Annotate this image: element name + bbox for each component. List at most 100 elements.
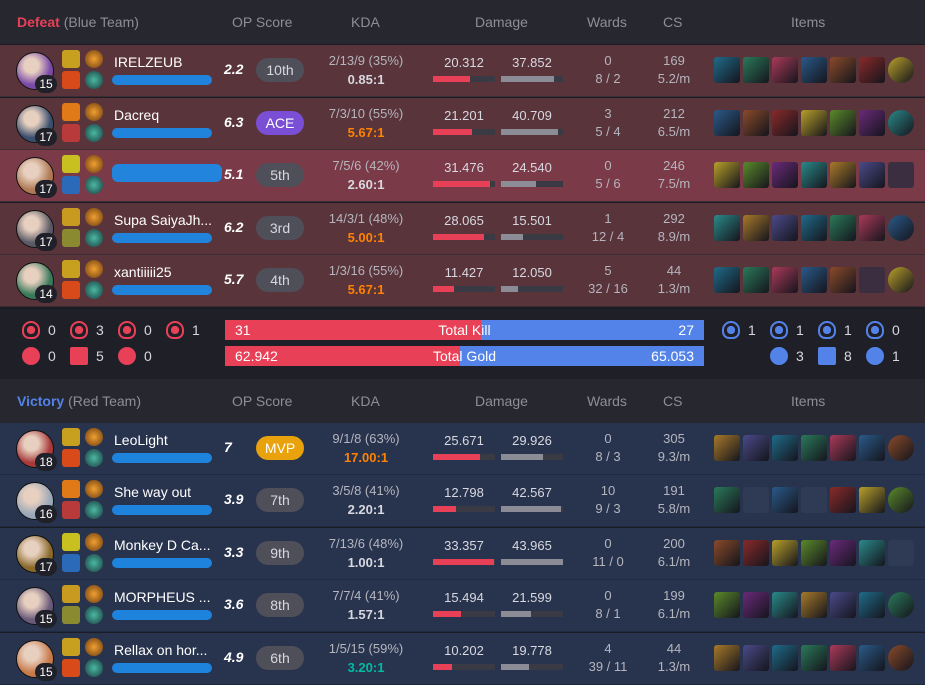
primary-rune-icon[interactable] bbox=[85, 532, 103, 551]
item-slot-icon[interactable] bbox=[772, 487, 798, 514]
item-slot-icon[interactable] bbox=[743, 267, 769, 293]
item-slot-icon[interactable] bbox=[743, 644, 769, 671]
item-slot-icon[interactable] bbox=[859, 214, 885, 241]
item-slot-icon[interactable] bbox=[859, 162, 885, 188]
summoner-name[interactable]: Dacreq bbox=[114, 107, 159, 123]
item-slot-icon[interactable] bbox=[743, 435, 769, 461]
player-row[interactable]: 18 LeoLight 7 MVP 9/1/8 (63%) 17.00:1 25.671 29… bbox=[0, 423, 925, 475]
item-slot-icon[interactable] bbox=[772, 109, 798, 136]
summoner-spell-2-icon[interactable] bbox=[62, 71, 80, 89]
summoner-spell-1-icon[interactable] bbox=[62, 480, 80, 499]
summoner-name[interactable]: xantiiiii25 bbox=[114, 264, 172, 280]
summoner-spell-2-icon[interactable] bbox=[62, 123, 80, 142]
item-slot-icon[interactable] bbox=[772, 644, 798, 671]
primary-rune-icon[interactable] bbox=[85, 102, 103, 121]
secondary-rune-icon[interactable] bbox=[85, 123, 103, 142]
summoner-spell-1-icon[interactable] bbox=[62, 207, 80, 226]
item-slot-icon[interactable] bbox=[714, 162, 740, 188]
item-slot-icon[interactable] bbox=[714, 644, 740, 671]
summoner-spell-2-icon[interactable] bbox=[62, 658, 80, 677]
item-slot-icon[interactable] bbox=[714, 435, 740, 461]
item-slot-icon[interactable] bbox=[830, 592, 856, 619]
item-slot-icon[interactable] bbox=[801, 109, 827, 136]
primary-rune-icon[interactable] bbox=[85, 480, 103, 499]
trinket-item-icon[interactable] bbox=[888, 539, 914, 566]
item-slot-icon[interactable] bbox=[859, 267, 885, 293]
item-slot-icon[interactable] bbox=[830, 487, 856, 514]
item-slot-icon[interactable] bbox=[859, 109, 885, 136]
item-slot-icon[interactable] bbox=[714, 57, 740, 83]
summoner-spell-1-icon[interactable] bbox=[62, 428, 80, 446]
item-slot-icon[interactable] bbox=[801, 644, 827, 671]
secondary-rune-icon[interactable] bbox=[85, 228, 103, 247]
trinket-item-icon[interactable] bbox=[888, 435, 914, 461]
primary-rune-icon[interactable] bbox=[85, 585, 103, 604]
trinket-item-icon[interactable] bbox=[888, 644, 914, 671]
secondary-rune-icon[interactable] bbox=[85, 71, 103, 89]
item-slot-icon[interactable] bbox=[801, 592, 827, 619]
trinket-item-icon[interactable] bbox=[888, 592, 914, 619]
item-slot-icon[interactable] bbox=[830, 539, 856, 566]
summoner-spell-2-icon[interactable] bbox=[62, 553, 80, 572]
summoner-spell-1-icon[interactable] bbox=[62, 260, 80, 278]
item-slot-icon[interactable] bbox=[859, 644, 885, 671]
item-slot-icon[interactable] bbox=[772, 592, 798, 619]
player-row[interactable]: 15 Rellax on hor... 4.9 6th 1/5/15 (59%) 3.20… bbox=[0, 632, 925, 685]
item-slot-icon[interactable] bbox=[801, 435, 827, 461]
trinket-item-icon[interactable] bbox=[888, 162, 914, 188]
item-slot-icon[interactable] bbox=[743, 57, 769, 83]
item-slot-icon[interactable] bbox=[801, 57, 827, 83]
summoner-name[interactable]: Monkey D Ca... bbox=[114, 537, 210, 553]
item-slot-icon[interactable] bbox=[859, 57, 885, 83]
summoner-spell-2-icon[interactable] bbox=[62, 501, 80, 520]
item-slot-icon[interactable] bbox=[743, 592, 769, 619]
item-slot-icon[interactable] bbox=[830, 57, 856, 83]
summoner-spell-2-icon[interactable] bbox=[62, 176, 80, 194]
item-slot-icon[interactable] bbox=[772, 435, 798, 461]
summoner-spell-2-icon[interactable] bbox=[62, 281, 80, 299]
player-row[interactable]: 17 Monkey D Ca... 3.3 9th 7/13/6 (48%) 1.00:1… bbox=[0, 527, 925, 580]
trinket-item-icon[interactable] bbox=[888, 109, 914, 136]
item-slot-icon[interactable] bbox=[801, 214, 827, 241]
player-row[interactable]: 17 Dacreq 6.3 ACE 7/3/10 (55%) 5.67:1 21.201 40… bbox=[0, 97, 925, 150]
item-slot-icon[interactable] bbox=[714, 109, 740, 136]
item-slot-icon[interactable] bbox=[714, 267, 740, 293]
item-slot-icon[interactable] bbox=[830, 435, 856, 461]
player-row[interactable]: 17 5.1 5th 7/5/6 (42%) 2.60:1 31.476 24.540 0 5 … bbox=[0, 150, 925, 202]
summoner-spell-2-icon[interactable] bbox=[62, 228, 80, 247]
trinket-item-icon[interactable] bbox=[888, 487, 914, 514]
item-slot-icon[interactable] bbox=[830, 214, 856, 241]
item-slot-icon[interactable] bbox=[801, 162, 827, 188]
item-slot-icon[interactable] bbox=[801, 267, 827, 293]
summoner-spell-2-icon[interactable] bbox=[62, 449, 80, 467]
item-slot-icon[interactable] bbox=[772, 57, 798, 83]
trinket-item-icon[interactable] bbox=[888, 267, 914, 293]
item-slot-icon[interactable] bbox=[801, 539, 827, 566]
item-slot-icon[interactable] bbox=[772, 214, 798, 241]
item-slot-icon[interactable] bbox=[772, 539, 798, 566]
player-row[interactable]: 16 She way out 3.9 7th 3/5/8 (41%) 2.20:1 12.7… bbox=[0, 475, 925, 528]
secondary-rune-icon[interactable] bbox=[85, 553, 103, 572]
item-slot-icon[interactable] bbox=[830, 267, 856, 293]
summoner-name[interactable]: Supa SaiyaJh... bbox=[114, 212, 212, 228]
item-slot-icon[interactable] bbox=[859, 592, 885, 619]
item-slot-icon[interactable] bbox=[714, 592, 740, 619]
primary-rune-icon[interactable] bbox=[85, 637, 103, 656]
item-slot-icon[interactable] bbox=[830, 644, 856, 671]
secondary-rune-icon[interactable] bbox=[85, 281, 103, 299]
summoner-spell-1-icon[interactable] bbox=[62, 532, 80, 551]
trinket-item-icon[interactable] bbox=[888, 214, 914, 241]
summoner-spell-1-icon[interactable] bbox=[62, 155, 80, 173]
item-slot-icon[interactable] bbox=[859, 435, 885, 461]
item-slot-icon[interactable] bbox=[714, 487, 740, 514]
summoner-name[interactable]: Rellax on hor... bbox=[114, 642, 207, 658]
summoner-spell-1-icon[interactable] bbox=[62, 637, 80, 656]
primary-rune-icon[interactable] bbox=[85, 155, 103, 173]
item-slot-icon[interactable] bbox=[743, 109, 769, 136]
secondary-rune-icon[interactable] bbox=[85, 658, 103, 677]
player-row[interactable]: 14 xantiiiii25 5.7 4th 1/3/16 (55%) 5.67:1 11.… bbox=[0, 255, 925, 307]
summoner-name[interactable]: MORPHEUS ... bbox=[114, 589, 210, 605]
item-slot-icon[interactable] bbox=[830, 109, 856, 136]
summoner-name[interactable]: She way out bbox=[114, 484, 191, 500]
item-slot-icon[interactable] bbox=[714, 539, 740, 566]
